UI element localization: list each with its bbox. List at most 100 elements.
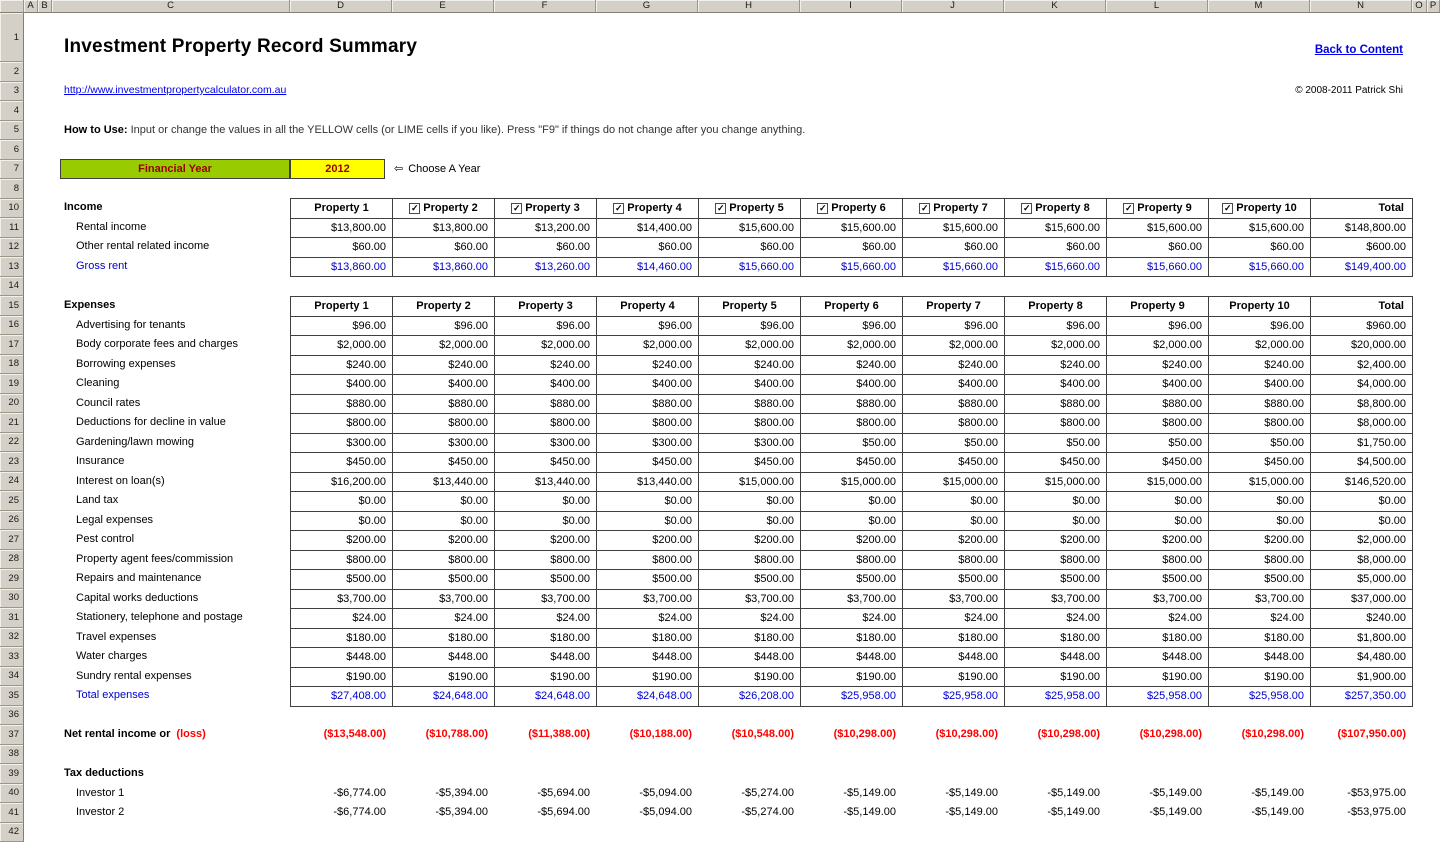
column-header-H[interactable]: H [698, 0, 800, 13]
value-cell[interactable]: $880.00 [495, 395, 597, 415]
tax-value-cell[interactable]: -$5,149.00 [1004, 784, 1106, 804]
value-cell[interactable]: $24.00 [291, 609, 393, 629]
value-cell[interactable]: $190.00 [597, 668, 699, 688]
value-cell[interactable]: $800.00 [495, 414, 597, 434]
select-all-corner[interactable] [0, 0, 24, 13]
value-cell[interactable]: $880.00 [1209, 395, 1311, 415]
tax-value-cell[interactable]: -$5,694.00 [494, 803, 596, 823]
value-cell[interactable]: $15,660.00 [1005, 258, 1107, 278]
net-value-cell[interactable]: ($10,188.00) [596, 725, 698, 745]
value-cell[interactable]: $13,200.00 [495, 219, 597, 239]
net-value-cell[interactable]: ($11,388.00) [494, 725, 596, 745]
tax-value-cell[interactable]: -$53,975.00 [1310, 784, 1412, 804]
row-header-26[interactable]: 26 [0, 511, 24, 531]
value-cell[interactable]: $450.00 [801, 453, 903, 473]
value-cell[interactable]: $200.00 [1209, 531, 1311, 551]
tax-value-cell[interactable]: -$5,694.00 [494, 784, 596, 804]
row-header-18[interactable]: 18 [0, 355, 24, 375]
value-cell[interactable]: $200.00 [801, 531, 903, 551]
value-cell[interactable]: $800.00 [291, 551, 393, 571]
value-cell[interactable]: $240.00 [699, 356, 801, 376]
value-cell[interactable]: $500.00 [1107, 570, 1209, 590]
value-cell[interactable]: $60.00 [801, 238, 903, 258]
row-header-37[interactable]: 37 [0, 725, 24, 745]
value-cell[interactable]: $800.00 [393, 551, 495, 571]
value-cell[interactable]: $800.00 [495, 551, 597, 571]
value-cell[interactable]: $240.00 [903, 356, 1005, 376]
row-header-19[interactable]: 19 [0, 374, 24, 394]
value-cell[interactable]: $3,700.00 [1107, 590, 1209, 610]
value-cell[interactable]: $27,408.00 [291, 687, 393, 707]
value-cell[interactable]: $15,000.00 [699, 473, 801, 493]
checked-checkbox-icon[interactable]: ✓ [1123, 203, 1134, 214]
value-cell[interactable]: $0.00 [1005, 492, 1107, 512]
value-cell[interactable]: $148,800.00 [1311, 219, 1413, 239]
tax-value-cell[interactable]: -$6,774.00 [290, 803, 392, 823]
value-cell[interactable]: $448.00 [801, 648, 903, 668]
value-cell[interactable]: $0.00 [393, 492, 495, 512]
row-header-24[interactable]: 24 [0, 472, 24, 492]
value-cell[interactable]: $0.00 [903, 492, 1005, 512]
value-cell[interactable]: $24.00 [393, 609, 495, 629]
value-cell[interactable]: $800.00 [1107, 551, 1209, 571]
value-cell[interactable]: $240.00 [1005, 356, 1107, 376]
value-cell[interactable]: $200.00 [495, 531, 597, 551]
column-header-G[interactable]: G [596, 0, 698, 13]
row-header-29[interactable]: 29 [0, 569, 24, 589]
value-cell[interactable]: $800.00 [699, 551, 801, 571]
checked-checkbox-icon[interactable]: ✓ [1021, 203, 1032, 214]
value-cell[interactable]: $450.00 [597, 453, 699, 473]
value-cell[interactable]: $3,700.00 [291, 590, 393, 610]
value-cell[interactable]: $3,700.00 [597, 590, 699, 610]
value-cell[interactable]: $26,208.00 [699, 687, 801, 707]
value-cell[interactable]: $190.00 [495, 668, 597, 688]
value-cell[interactable]: $0.00 [1107, 512, 1209, 532]
value-cell[interactable]: $450.00 [1209, 453, 1311, 473]
value-cell[interactable]: $15,000.00 [801, 473, 903, 493]
value-cell[interactable]: $800.00 [1005, 551, 1107, 571]
value-cell[interactable]: $0.00 [393, 512, 495, 532]
row-header-5[interactable]: 5 [0, 121, 24, 141]
row-header-2[interactable]: 2 [0, 62, 24, 82]
value-cell[interactable]: $880.00 [1107, 395, 1209, 415]
net-value-cell[interactable]: ($13,548.00) [290, 725, 392, 745]
value-cell[interactable]: $1,750.00 [1311, 434, 1413, 454]
value-cell[interactable]: $880.00 [903, 395, 1005, 415]
row-header-34[interactable]: 34 [0, 667, 24, 687]
value-cell[interactable]: $180.00 [597, 629, 699, 649]
value-cell[interactable]: $500.00 [597, 570, 699, 590]
value-cell[interactable]: $60.00 [1209, 238, 1311, 258]
value-cell[interactable]: $15,660.00 [1107, 258, 1209, 278]
value-cell[interactable]: $880.00 [1005, 395, 1107, 415]
value-cell[interactable]: $880.00 [291, 395, 393, 415]
row-header-30[interactable]: 30 [0, 589, 24, 609]
value-cell[interactable]: $448.00 [903, 648, 1005, 668]
value-cell[interactable]: $500.00 [393, 570, 495, 590]
value-cell[interactable]: $96.00 [801, 317, 903, 337]
net-value-cell[interactable]: ($10,298.00) [1004, 725, 1106, 745]
value-cell[interactable]: $300.00 [699, 434, 801, 454]
value-cell[interactable]: $257,350.00 [1311, 687, 1413, 707]
value-cell[interactable]: $60.00 [291, 238, 393, 258]
column-header-K[interactable]: K [1004, 0, 1106, 13]
value-cell[interactable]: $0.00 [699, 492, 801, 512]
value-cell[interactable]: $180.00 [903, 629, 1005, 649]
value-cell[interactable]: $13,800.00 [393, 219, 495, 239]
value-cell[interactable]: $800.00 [903, 551, 1005, 571]
checked-checkbox-icon[interactable]: ✓ [409, 203, 420, 214]
value-cell[interactable]: $190.00 [291, 668, 393, 688]
value-cell[interactable]: $190.00 [1107, 668, 1209, 688]
value-cell[interactable]: $15,000.00 [1209, 473, 1311, 493]
value-cell[interactable]: $0.00 [495, 512, 597, 532]
value-cell[interactable]: $200.00 [597, 531, 699, 551]
value-cell[interactable]: $0.00 [1209, 512, 1311, 532]
value-cell[interactable]: $448.00 [597, 648, 699, 668]
tax-value-cell[interactable]: -$5,149.00 [1004, 803, 1106, 823]
value-cell[interactable]: $0.00 [801, 512, 903, 532]
tax-value-cell[interactable]: -$5,149.00 [800, 784, 902, 804]
column-header-O[interactable]: O [1412, 0, 1427, 13]
row-header-13[interactable]: 13 [0, 257, 24, 277]
tax-value-cell[interactable]: -$5,149.00 [1208, 784, 1310, 804]
value-cell[interactable]: $4,000.00 [1311, 375, 1413, 395]
financial-year-value-cell[interactable]: 2012 [290, 159, 385, 179]
